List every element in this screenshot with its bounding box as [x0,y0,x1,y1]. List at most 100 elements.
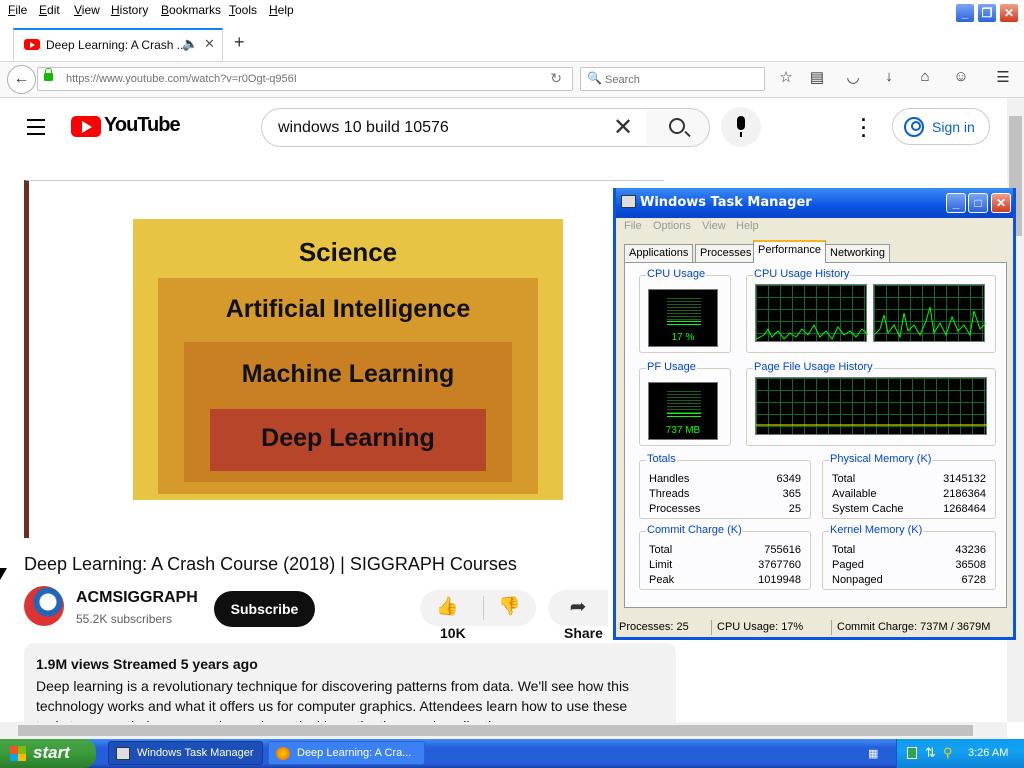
system-cache-key: System Cache [832,503,904,515]
home-icon[interactable]: ⌂ [913,68,937,85]
voice-search-button[interactable] [721,107,761,147]
tm-menu-view[interactable]: View [702,220,726,232]
slide-label-ai: Artificial Intelligence [225,295,471,323]
handles-key: Handles [649,473,690,485]
kernel-total-value: 43236 [955,544,986,556]
tab-performance[interactable]: Performance [753,240,826,263]
search-placeholder[interactable]: Search [605,74,640,86]
dislike-icon[interactable]: 👎 [498,596,520,617]
search-bar[interactable]: 🔍 Search [580,67,765,91]
pf-usage-value: 737 MB [665,425,701,436]
lock-icon[interactable] [44,68,53,81]
commit-peak-key: Peak [649,574,675,586]
speaker-icon[interactable]: 🔈 [182,36,198,52]
clear-search-icon[interactable]: ✕ [613,113,633,142]
channel-name[interactable]: ACMSIGGRAPH [76,589,198,607]
performance-panel: CPU Usage 17 % CPU Usage History PF Usag… [624,262,1007,608]
physical-memory-group: Physical Memory (K) Total 3145132 Availab… [822,453,996,519]
tm-close-button[interactable]: ✕ [991,193,1011,213]
sign-in-button[interactable]: Sign in [892,108,990,145]
search-query[interactable]: windows 10 build 10576 [278,119,449,137]
youtube-logo-icon[interactable] [71,116,101,137]
search-engine-icon[interactable]: 🔍 [587,71,602,85]
horizontal-scrollbar[interactable] [0,722,1007,739]
tm-menu-help[interactable]: Help [736,220,759,232]
cpu-history-graph-1 [755,284,868,342]
youtube-logo-text[interactable]: YouTube [104,114,181,137]
search-input[interactable]: windows 10 build 10576 ✕ [261,108,647,147]
reader-list-icon[interactable]: ▤ [805,68,829,86]
search-button[interactable] [646,108,710,147]
task-manager-tray-icon[interactable] [907,747,917,759]
kernel-paged-value: 36508 [955,559,986,571]
video-player[interactable]: Science Artificial Intelligence Machine … [24,180,664,538]
tm-menu-file[interactable]: File [624,220,642,232]
channel-avatar[interactable] [24,586,64,626]
tab-applications[interactable]: Applications [624,244,694,262]
pocket-icon[interactable]: ◡ [841,68,865,86]
account-icon [904,117,924,137]
url-text[interactable]: https://www.youtube.com/watch?v=r0Ogt-q9… [66,73,297,85]
share-button[interactable]: Share [564,625,603,641]
nav-bar: ← https://www.youtube.com/watch?v=r0Ogt-… [0,62,1024,98]
share-icon[interactable]: ➦ [548,590,608,626]
guide-menu-icon[interactable] [27,119,45,140]
reload-icon[interactable]: ↻ [550,70,562,87]
menu-edit[interactable]: Edit [39,3,60,17]
description-box[interactable]: 1.9M views Streamed 5 years ago Deep lea… [24,643,676,722]
commit-total-value: 755616 [764,544,801,556]
menu-history[interactable]: History [111,3,148,17]
commit-limit-value: 3767760 [758,559,801,571]
tab-youtube[interactable]: Deep Learning: A Crash ... 🔈 ✕ [13,28,223,61]
tm-menu-options[interactable]: Options [653,220,691,232]
chat-icon[interactable]: ☺ [949,68,973,85]
menu-view[interactable]: View [74,3,100,17]
task-manager-titlebar[interactable]: Windows Task Manager _ □ ✕ [616,188,1013,218]
close-button[interactable]: ✕ [999,3,1019,23]
cpu-history-graph-2 [873,284,986,342]
bookmark-star-icon[interactable]: ☆ [774,68,798,86]
kernel-total-key: Total [832,544,856,556]
tm-maximize-button[interactable]: □ [968,193,988,213]
subscribe-button[interactable]: Subscribe [214,591,315,627]
pf-history-graph [755,377,988,435]
tab-networking[interactable]: Networking [825,244,891,262]
menu-bookmarks[interactable]: Bookmarks [161,3,221,17]
hamburger-menu-icon[interactable]: ☰ [991,68,1015,86]
video-title: Deep Learning: A Crash Course (2018) | S… [24,554,517,574]
status-cpu: CPU Usage: 17% [717,621,804,633]
url-bar[interactable]: https://www.youtube.com/watch?v=r0Ogt-q9… [37,67,573,91]
tab-processes[interactable]: Processes [695,244,757,262]
like-icon[interactable]: 👍 [436,596,458,617]
minimize-button[interactable]: _ [955,3,975,23]
kernel-nonpaged-key: Nonpaged [832,574,883,586]
new-tab-button[interactable]: + [234,32,245,53]
menu-tools[interactable]: Tools [229,3,257,17]
slide-label-science: Science [298,237,398,267]
restore-button[interactable]: ❐ [977,3,997,23]
clock[interactable]: 3:26 AM [968,747,1008,759]
taskbar-item-task-manager[interactable]: Windows Task Manager [108,741,263,765]
taskbar-item-firefox[interactable]: Deep Learning: A Cra... [268,741,425,765]
settings-menu-icon[interactable]: · · · [861,111,867,145]
system-cache-value: 1268464 [943,503,986,515]
view-stats: 1.9M views Streamed 5 years ago [36,656,258,672]
tm-minimize-button[interactable]: _ [946,193,966,213]
close-tab-icon[interactable]: ✕ [204,36,215,52]
start-button[interactable]: start [0,739,96,768]
cpu-meter-fill [667,321,701,326]
back-button[interactable]: ← [7,65,36,94]
subscriber-count: 55.2K subscribers [76,612,173,626]
commit-charge-group: Commit Charge (K) Total 755616 Limit 37677… [639,524,811,590]
keyboard-icon[interactable]: ▦ [868,747,878,760]
network-icon[interactable]: ⇅ [925,745,936,761]
horizontal-scroll-thumb[interactable] [18,725,973,736]
menu-help[interactable]: Help [269,3,294,17]
download-icon[interactable]: ↓ [877,68,901,85]
menu-file[interactable]: File [8,3,27,17]
kernel-memory-group: Kernel Memory (K) Total 43236 Paged 36508 … [822,524,996,590]
description-text: Deep learning is a revolutionary techniq… [36,678,630,722]
taskbar-item-label: Deep Learning: A Cra... [297,747,412,759]
search-tray-icon[interactable]: ⚲ [943,745,953,761]
status-separator [831,620,832,635]
